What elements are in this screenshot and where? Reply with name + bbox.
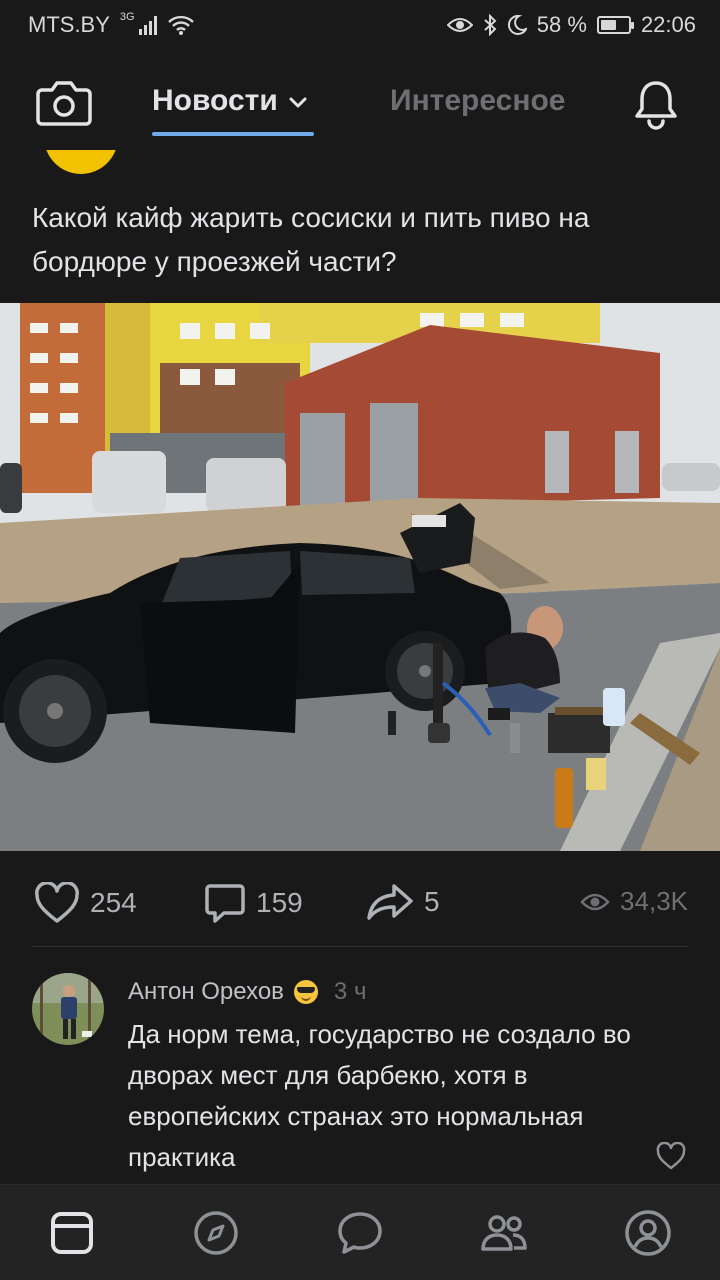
share-count: 5 [424,886,440,917]
friends-icon[interactable] [480,1209,528,1257]
views-counter: 34,3K [580,886,688,917]
battery-icon [596,16,634,34]
messages-icon[interactable] [336,1209,384,1257]
discover-icon[interactable] [192,1209,240,1257]
like-button[interactable]: 254 [34,882,137,924]
news-icon[interactable] [48,1209,96,1257]
comment-author-name[interactable]: Антон Орехов [128,978,284,1006]
post-photo[interactable] [0,303,720,851]
view-count: 34,3K [620,886,688,916]
comment-icon [205,884,245,923]
comment-like-heart-icon[interactable] [656,1142,686,1170]
like-count: 254 [90,887,137,918]
tab-news[interactable]: Новости [152,84,314,136]
post-actions: 254 159 5 34,3K [0,868,720,932]
eye-icon [580,893,610,910]
post-author-avatar[interactable] [44,150,118,174]
comment-count: 159 [256,887,303,918]
divider [32,946,688,947]
network-type: 3G [119,11,135,23]
comment-header: Антон Орехов 3 ч [128,978,366,1006]
active-tab-indicator [152,132,314,136]
comment-time: 3 ч [333,978,367,1005]
comment-author-avatar[interactable] [32,973,104,1045]
wifi-icon [167,15,194,35]
bell-icon[interactable] [632,78,680,130]
comment-button[interactable]: 159 [204,882,303,924]
profile-icon[interactable] [624,1209,672,1257]
eye-comfort-icon [446,18,473,32]
bluetooth-icon [484,14,497,36]
heart-icon [35,882,79,923]
post-text: Какой кайф жарить сосиски и пить пиво на… [32,202,590,277]
carrier-name: MTS.BY [28,12,110,37]
post-photo-image [0,303,720,851]
tab-news-label: Новости [152,84,278,117]
sunglasses-emoji-icon [293,980,318,1004]
app-header: Новости Интересное [0,50,720,150]
camera-icon[interactable] [36,78,92,126]
battery-percent: 58 % [536,12,587,37]
share-button[interactable]: 5 [366,882,440,922]
clock: 22:06 [640,12,696,37]
comment-text: Да норм тема, государство не создало во … [128,1019,631,1172]
status-bar: MTS.BY 3G 58 % 22:06 [0,0,720,50]
chevron-down-icon [289,97,307,108]
moon-icon [507,14,527,35]
signal-icon [138,15,157,35]
share-icon [367,884,413,920]
tab-interesting[interactable]: Интересное [390,84,566,118]
bottom-navigation [0,1184,720,1280]
